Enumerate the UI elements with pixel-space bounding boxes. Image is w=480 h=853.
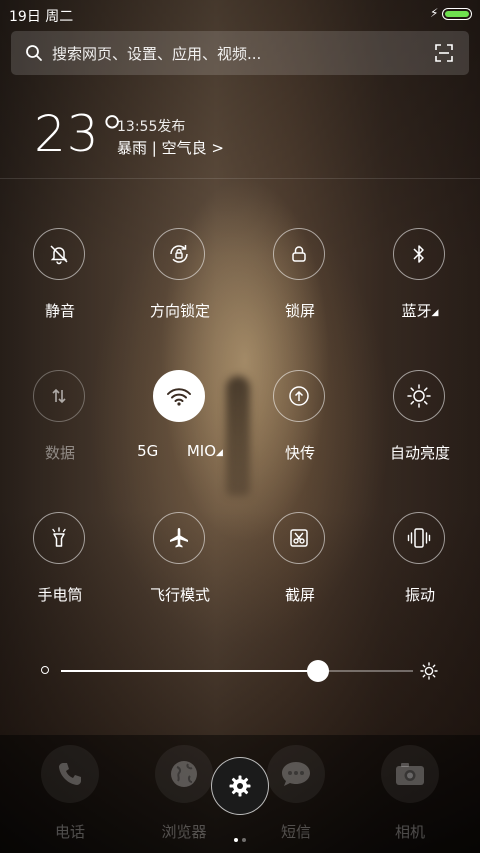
status-date: 19日 周二 [9, 9, 74, 25]
search-bar[interactable]: 搜索网页、设置、应用、视频... [11, 31, 469, 75]
quick-transfer-icon [289, 386, 309, 406]
brightness-slider-thumb[interactable] [306, 660, 329, 682]
toggle-wifi[interactable]: 5G MIO◢ [120, 370, 240, 480]
airplane-icon [170, 528, 188, 548]
weather-condition-link[interactable]: 暴雨 | 空气良 > [117, 137, 224, 158]
toggle-bluetooth-button[interactable] [393, 228, 445, 280]
toggle-airplane-mode[interactable]: 飞行模式 [120, 512, 240, 622]
toggle-quick-transfer-button[interactable] [273, 370, 325, 422]
status-bar: 19日 周二 ⚡ [0, 0, 480, 28]
toggle-quick-transfer-label: 快传 [284, 444, 315, 462]
weather-publish-time: 13:55发布 [117, 119, 186, 135]
toggle-mute-button[interactable] [33, 228, 85, 280]
toggle-rotation-lock-button[interactable] [153, 228, 205, 280]
browser-globe-icon [155, 745, 213, 803]
toggle-auto-brightness[interactable]: 自动亮度 [360, 370, 480, 480]
dock-app-label: 浏览器 [161, 823, 207, 841]
toggle-vibrate-label: 振动 [404, 586, 435, 604]
toggle-screenshot-button[interactable] [273, 512, 325, 564]
toggle-auto-brightness-button[interactable] [393, 370, 445, 422]
screenshot-icon [290, 529, 308, 547]
toggle-screenshot-label: 截屏 [284, 586, 315, 604]
toggle-mobile-data-button[interactable] [33, 370, 85, 422]
toggle-mobile-data[interactable]: 数据 [0, 370, 120, 480]
phone-icon [41, 745, 99, 803]
gear-icon [229, 775, 251, 797]
scan-icon[interactable] [435, 44, 453, 62]
brightness-slider[interactable] [61, 660, 413, 682]
message-icon [267, 745, 325, 803]
camera-icon [381, 745, 439, 803]
more-triangle-icon: ◢ [431, 308, 439, 318]
dock-app-phone[interactable]: 电话 [22, 735, 118, 845]
more-triangle-icon: ◢ [216, 448, 223, 458]
brightness-high-icon [420, 662, 438, 680]
toggle-vibrate-button[interactable] [393, 512, 445, 564]
toggle-flashlight[interactable]: 手电筒 [0, 512, 120, 622]
dock-app-camera[interactable]: 相机 [362, 735, 458, 845]
dock-app-label: 短信 [280, 823, 311, 841]
toggle-vibrate[interactable]: 振动 [360, 512, 480, 622]
toggle-screenshot[interactable]: 截屏 [240, 512, 360, 622]
toggle-lock-screen-label: 锁屏 [284, 302, 315, 320]
bluetooth-icon [413, 245, 424, 263]
brightness-slider-fill [61, 670, 318, 672]
toggle-lock-screen[interactable]: 锁屏 [240, 228, 360, 338]
toggle-flashlight-button[interactable] [33, 512, 85, 564]
toggle-rotation-lock-label: 方向锁定 [149, 302, 210, 320]
mute-bell-icon [50, 245, 68, 265]
page-dot [242, 838, 246, 842]
page-dot-active [234, 838, 238, 842]
dock-app-label: 相机 [394, 823, 425, 841]
settings-button[interactable] [211, 757, 269, 815]
search-icon [26, 45, 42, 61]
dock-app-label: 电话 [54, 823, 85, 841]
toggle-airplane-mode-label: 飞行模式 [149, 586, 210, 604]
mobile-data-icon [52, 388, 66, 404]
divider [0, 178, 480, 179]
brightness-low-icon [41, 666, 49, 674]
toggle-wifi-label: 5G MIO◢ [137, 442, 223, 460]
auto-brightness-icon [407, 384, 431, 408]
weather-temperature[interactable]: 23° [34, 105, 126, 163]
battery-icon [442, 8, 472, 20]
toggle-rotation-lock[interactable]: 方向锁定 [120, 228, 240, 338]
vibrate-icon [407, 528, 431, 548]
wifi-icon [167, 388, 191, 406]
toggle-wifi-button[interactable] [153, 370, 205, 422]
toggle-mobile-data-label: 数据 [44, 444, 75, 462]
flashlight-icon [52, 527, 66, 547]
toggle-lock-screen-button[interactable] [273, 228, 325, 280]
search-placeholder: 搜索网页、设置、应用、视频... [52, 45, 262, 63]
toggle-flashlight-label: 手电筒 [37, 586, 83, 604]
toggle-auto-brightness-label: 自动亮度 [389, 444, 450, 462]
toggle-bluetooth-label: 蓝牙◢ [401, 302, 439, 320]
toggle-bluetooth[interactable]: 蓝牙◢ [360, 228, 480, 338]
toggle-mute-label: 静音 [44, 302, 75, 320]
toggle-airplane-mode-button[interactable] [153, 512, 205, 564]
lock-icon [292, 246, 306, 262]
rotation-lock-icon [170, 245, 188, 263]
toggle-quick-transfer[interactable]: 快传 [240, 370, 360, 480]
charging-icon: ⚡ [430, 6, 439, 20]
page-indicator [232, 827, 248, 846]
toggle-mute[interactable]: 静音 [0, 228, 120, 338]
